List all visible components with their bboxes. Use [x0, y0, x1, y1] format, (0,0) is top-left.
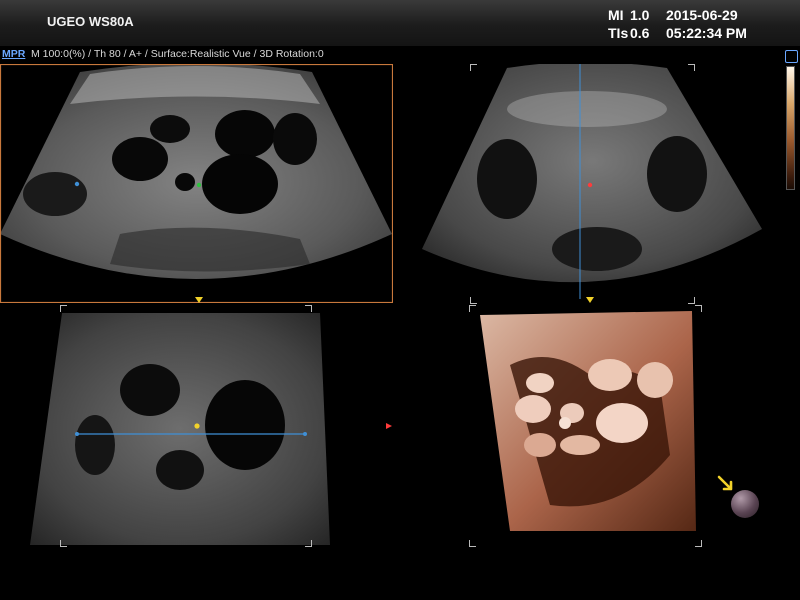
orientation-sphere-icon[interactable]: [731, 490, 759, 518]
mpr-panel-c[interactable]: [0, 305, 393, 550]
imaging-parameters: M 100:0(%) / Th 80 / A+ / Surface:Realis…: [31, 48, 324, 60]
mpr-panel-b[interactable]: [422, 64, 762, 303]
yellow-arrow-icon: [717, 475, 733, 491]
device-name: UGEO WS80A: [47, 14, 134, 29]
tis-label: TIs: [608, 25, 629, 41]
colorbar-toggle-icon[interactable]: [785, 50, 798, 63]
color-scale-bar: [786, 66, 795, 190]
mi-label: MI: [608, 7, 624, 23]
frame-corner: [688, 297, 695, 304]
frame-corner: [305, 540, 312, 547]
exam-time: 05:22:34 PM: [666, 25, 747, 41]
exam-date: 2015-06-29: [666, 7, 738, 23]
mpr-panel-a[interactable]: [0, 64, 393, 303]
frame-corner: [470, 297, 477, 304]
frame-corner: [470, 64, 477, 71]
info-bar: MPR M 100:0(%) / Th 80 / A+ / Surface:Re…: [0, 47, 790, 63]
frame-corner: [695, 305, 702, 312]
volume-render-panel[interactable]: [470, 305, 702, 545]
mi-value: 1.0: [630, 7, 650, 23]
frame-corner: [469, 305, 476, 312]
mpr-mode-button[interactable]: MPR: [2, 48, 25, 60]
tis-value: 0.6: [630, 25, 650, 41]
frame-corner: [305, 305, 312, 312]
frame-corner: [60, 540, 67, 547]
frame-corner: [469, 540, 476, 547]
frame-corner: [60, 305, 67, 312]
frame-corner: [688, 64, 695, 71]
frame-corner: [695, 540, 702, 547]
